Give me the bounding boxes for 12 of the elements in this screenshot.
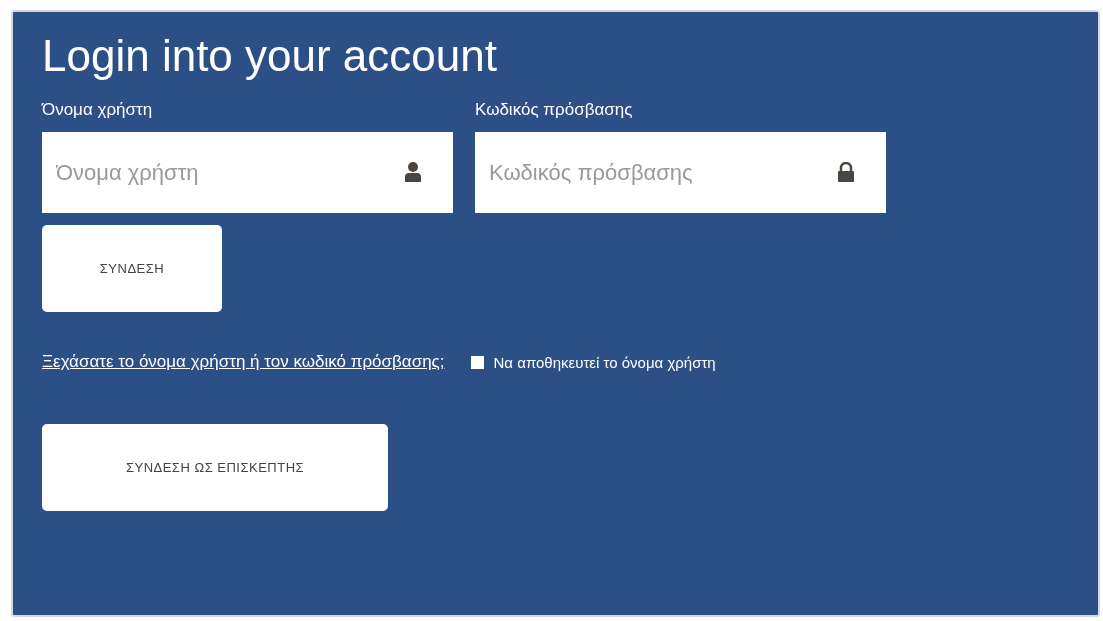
guest-login-button[interactable]: ΣΥΝΔΕΣΗ ΩΣ ΕΠΙΣΚΕΠΤΗΣ (42, 424, 388, 511)
login-title: Login into your account (42, 30, 498, 82)
user-icon (405, 162, 421, 182)
forgot-credentials-link[interactable]: Ξεχάσατε το όνομα χρήστη ή τον κωδικό πρόσβασης; (42, 352, 445, 372)
input-field[interactable]: Όνομα χρήστη (42, 132, 453, 213)
login-button[interactable]: ΣΥΝΔΕΣΗ (42, 225, 222, 312)
input-field[interactable]: Κωδικός πρόσβασης (475, 132, 886, 213)
remember-checkbox[interactable] (470, 355, 484, 369)
remember-label: Να αποθηκευτεί το όνομα χρήστη (493, 353, 716, 371)
field-label: Όνομα χρήστη (42, 99, 154, 121)
lock-icon (838, 162, 854, 182)
field-label: Κωδικός πρόσβασης (475, 99, 634, 121)
